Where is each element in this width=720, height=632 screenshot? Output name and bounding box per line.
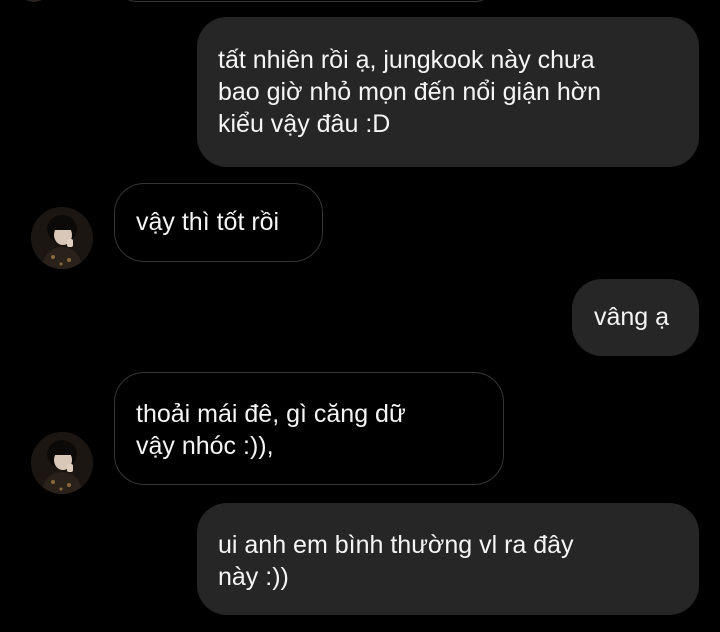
- message-bubble-received[interactable]: vậy thì tốt rồi: [114, 183, 323, 262]
- contact-avatar[interactable]: [31, 432, 93, 494]
- message-bubble-sent[interactable]: tất nhiên rồi ạ, jungkook này chưa bao g…: [197, 17, 699, 167]
- avatar-photo-icon: [31, 432, 93, 494]
- message-bubble-sent[interactable]: vâng ạ: [572, 279, 699, 356]
- message-bubble-received[interactable]: thoải mái đê, gì căng dữ vậy nhóc :)),: [114, 372, 504, 485]
- message-text: ui anh em bình thường vl ra đây này :)): [218, 531, 574, 591]
- contact-avatar[interactable]: [31, 207, 93, 269]
- avatar-photo-icon: [31, 207, 93, 269]
- message-text: thoải mái đê, gì căng dữ vậy nhóc :)),: [136, 400, 406, 460]
- message-bubble-sent[interactable]: ui anh em bình thường vl ra đây này :)): [197, 503, 699, 615]
- previous-avatar: [18, 0, 50, 2]
- message-text: tất nhiên rồi ạ, jungkook này chưa bao g…: [218, 46, 602, 138]
- previous-received-bubble: [116, 0, 496, 2]
- message-text: vậy thì tốt rồi: [136, 208, 280, 236]
- message-text: vâng ạ: [594, 303, 670, 331]
